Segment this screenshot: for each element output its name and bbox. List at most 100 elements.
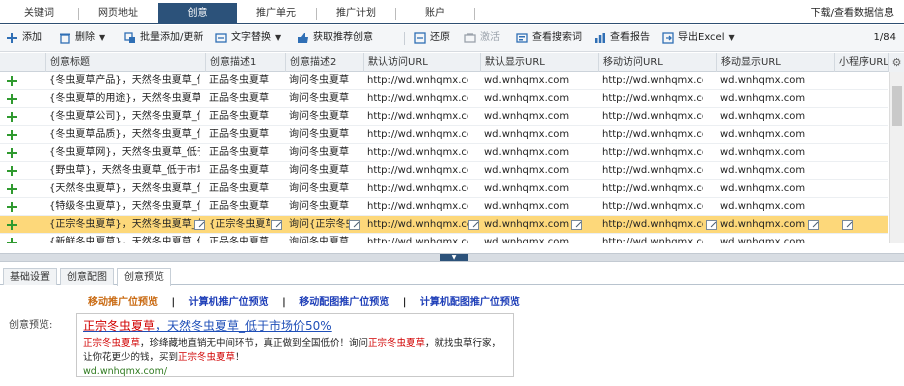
cell-default-display-url[interactable]: wd.wnhqmx.com/ — [481, 216, 569, 234]
view-report-button[interactable]: 查看报告 — [594, 30, 650, 46]
edit-icon[interactable] — [271, 220, 282, 230]
column-header-default-display-url[interactable]: 默认显示URL — [481, 53, 599, 72]
expand-plus-icon[interactable] — [7, 94, 17, 104]
cell-desc2[interactable]: 询问冬虫夏草... — [286, 144, 350, 162]
cell-title[interactable]: {天然冬虫夏草}，天然冬虫夏草_低... — [46, 180, 200, 198]
tab-account[interactable]: 账户 — [396, 3, 474, 24]
expand-plus-icon[interactable] — [7, 112, 17, 122]
expand-plus-icon[interactable] — [7, 148, 17, 158]
cell-mini-program-url[interactable] — [835, 126, 875, 144]
cell-default-visit-url[interactable]: http://wd.wnhqmx.com/ — [364, 126, 468, 144]
cell-mobile-visit-url[interactable]: http://wd.wnhqmx.com/ — [599, 180, 703, 198]
cell-title[interactable]: {正宗冬虫夏草}，天然冬虫夏草_低... — [46, 216, 200, 234]
edit-icon[interactable] — [349, 220, 360, 230]
cell-mobile-visit-url[interactable]: http://wd.wnhqmx.com/ — [599, 216, 703, 234]
column-header-mobile-visit-url[interactable]: 移动访问URL — [599, 53, 717, 72]
cell-mobile-visit-url[interactable]: http://wd.wnhqmx.com/ — [599, 72, 703, 90]
cell-title[interactable]: {冬虫夏草公司}，天然冬虫夏草_低... — [46, 108, 200, 126]
cell-mini-program-url[interactable] — [835, 216, 875, 234]
cell-default-visit-url[interactable]: http://wd.wnhqmx.com/ — [364, 72, 468, 90]
table-row[interactable]: {冬虫夏草产品}，天然冬虫夏草_低... 正品冬虫夏草，... 询问冬虫夏草... h… — [0, 72, 888, 90]
restore-button[interactable]: 还原 — [414, 30, 450, 46]
download-view-data-link[interactable]: 下载/查看数据信息 — [811, 3, 894, 24]
edit-icon[interactable] — [842, 220, 853, 230]
column-header-title[interactable]: 创意标题 — [46, 53, 206, 72]
cell-default-display-url[interactable]: wd.wnhqmx.com/ — [481, 144, 569, 162]
chevron-down-icon[interactable]: ▼ — [275, 30, 281, 46]
batch-add-update-button[interactable]: 批量添加/更新 — [124, 30, 203, 46]
cell-default-display-url[interactable]: wd.wnhqmx.com/ — [481, 90, 569, 108]
cell-desc1[interactable]: 正品冬虫夏草，... — [206, 108, 270, 126]
table-row[interactable]: {正宗冬虫夏草}，天然冬虫夏草_低... {正宗冬虫夏草... 询问{正宗冬虫...… — [0, 216, 888, 234]
cell-default-visit-url[interactable]: http://wd.wnhqmx.com/ — [364, 162, 468, 180]
table-row[interactable]: {冬虫夏草公司}，天然冬虫夏草_低... 正品冬虫夏草，... 询问冬虫夏草... h… — [0, 108, 888, 126]
cell-mini-program-url[interactable] — [835, 144, 875, 162]
cell-desc2[interactable]: 询问冬虫夏草... — [286, 198, 350, 216]
collapse-handle-icon[interactable]: ▼ — [440, 254, 468, 261]
tab-creative-images[interactable]: 创意配图 — [60, 268, 114, 285]
cell-title[interactable]: {野虫草}，天然冬虫夏草_低于市场... — [46, 162, 200, 180]
chevron-down-icon[interactable]: ▼ — [99, 30, 105, 46]
cell-desc2[interactable]: 询问冬虫夏草... — [286, 180, 350, 198]
cell-desc2[interactable]: 询问{正宗冬虫... — [286, 216, 350, 234]
table-row[interactable]: {特级冬虫夏草}，天然冬虫夏草_低... 正品冬虫夏草，... 询问冬虫夏草... h… — [0, 198, 888, 216]
cell-desc2[interactable]: 询问冬虫夏草... — [286, 234, 350, 243]
cell-mobile-display-url[interactable]: wd.wnhqmx.com/ — [717, 198, 805, 216]
cell-default-visit-url[interactable]: http://wd.wnhqmx.com/ — [364, 90, 468, 108]
cell-default-visit-url[interactable]: http://wd.wnhqmx.com/ — [364, 216, 468, 234]
column-header-mini-program-url[interactable]: 小程序URL — [835, 53, 889, 72]
column-header-mobile-display-url[interactable]: 移动显示URL — [717, 53, 835, 72]
cell-mobile-display-url[interactable]: wd.wnhqmx.com/ — [717, 234, 805, 243]
expand-plus-icon[interactable] — [7, 130, 17, 140]
cell-default-display-url[interactable]: wd.wnhqmx.com/ — [481, 72, 569, 90]
cell-mini-program-url[interactable] — [835, 90, 875, 108]
table-row[interactable]: {冬虫夏草的用途}，天然冬虫夏草_低... 正品冬虫夏草，... 询问冬虫夏草...… — [0, 90, 888, 108]
cell-desc1[interactable]: 正品冬虫夏草，... — [206, 72, 270, 90]
edit-icon[interactable] — [468, 220, 479, 230]
cell-mobile-display-url[interactable]: wd.wnhqmx.com/ — [717, 180, 805, 198]
table-row[interactable]: {天然冬虫夏草}，天然冬虫夏草_低... 正品冬虫夏草，... 询问冬虫夏草... h… — [0, 180, 888, 198]
cell-default-display-url[interactable]: wd.wnhqmx.com/ — [481, 234, 569, 243]
view-search-terms-button[interactable]: 查看搜索词 — [516, 30, 582, 46]
expand-plus-icon[interactable] — [7, 166, 17, 176]
tab-basic-settings[interactable]: 基础设置 — [3, 268, 57, 285]
expand-plus-icon[interactable] — [7, 76, 17, 86]
cell-default-visit-url[interactable]: http://wd.wnhqmx.com/ — [364, 198, 468, 216]
table-row[interactable]: {野虫草}，天然冬虫夏草_低于市场... 正品冬虫夏草，... 询问冬虫夏草... h… — [0, 162, 888, 180]
cell-mobile-visit-url[interactable]: http://wd.wnhqmx.com/ — [599, 144, 703, 162]
cell-default-display-url[interactable]: wd.wnhqmx.com/ — [481, 126, 569, 144]
table-row[interactable]: {新鲜冬虫夏草}，天然冬虫夏草_低... 正品冬虫夏草，... 询问冬虫夏草... h… — [0, 234, 888, 243]
cell-mobile-display-url[interactable]: wd.wnhqmx.com/ — [717, 216, 805, 234]
cell-mobile-display-url[interactable]: wd.wnhqmx.com/ — [717, 144, 805, 162]
expand-plus-icon[interactable] — [7, 220, 17, 230]
edit-icon[interactable] — [194, 220, 205, 230]
add-button[interactable]: 添加 — [6, 30, 42, 46]
cell-title[interactable]: {新鲜冬虫夏草}，天然冬虫夏草_低... — [46, 234, 200, 243]
cell-mini-program-url[interactable] — [835, 198, 875, 216]
cell-desc2[interactable]: 询问冬虫夏草... — [286, 72, 350, 90]
cell-mobile-visit-url[interactable]: http://wd.wnhqmx.com/ — [599, 90, 703, 108]
cell-desc2[interactable]: 询问冬虫夏草... — [286, 162, 350, 180]
column-header-desc2[interactable]: 创意描述2 — [286, 53, 364, 72]
text-replace-button[interactable]: 文字替换 ▼ — [215, 30, 281, 46]
activate-button[interactable]: 激活 — [464, 30, 500, 46]
cell-mobile-visit-url[interactable]: http://wd.wnhqmx.com/ — [599, 198, 703, 216]
column-header-desc1[interactable]: 创意描述1 — [206, 53, 286, 72]
table-row[interactable]: {冬虫夏草品质}，天然冬虫夏草_低... 正品冬虫夏草，... 询问冬虫夏草... h… — [0, 126, 888, 144]
cell-mobile-visit-url[interactable]: http://wd.wnhqmx.com/ — [599, 126, 703, 144]
vertical-scrollbar[interactable] — [889, 72, 904, 243]
cell-mobile-display-url[interactable]: wd.wnhqmx.com/ — [717, 72, 805, 90]
cell-mobile-display-url[interactable]: wd.wnhqmx.com/ — [717, 90, 805, 108]
ad-title[interactable]: 正宗冬虫夏草，天然冬虫夏草_低于市场价50% — [83, 317, 507, 334]
cell-mini-program-url[interactable] — [835, 108, 875, 126]
cell-default-display-url[interactable]: wd.wnhqmx.com/ — [481, 162, 569, 180]
chevron-down-icon[interactable]: ▼ — [729, 30, 735, 46]
cell-desc1[interactable]: 正品冬虫夏草，... — [206, 234, 270, 243]
cell-desc1[interactable]: 正品冬虫夏草，... — [206, 144, 270, 162]
cell-default-display-url[interactable]: wd.wnhqmx.com/ — [481, 108, 569, 126]
tab-ad-groups[interactable]: 推广单元 — [237, 3, 315, 24]
cell-mobile-visit-url[interactable]: http://wd.wnhqmx.com/ — [599, 234, 703, 243]
cell-mobile-display-url[interactable]: wd.wnhqmx.com/ — [717, 126, 805, 144]
cell-default-display-url[interactable]: wd.wnhqmx.com/ — [481, 180, 569, 198]
cell-mobile-visit-url[interactable]: http://wd.wnhqmx.com/ — [599, 162, 703, 180]
